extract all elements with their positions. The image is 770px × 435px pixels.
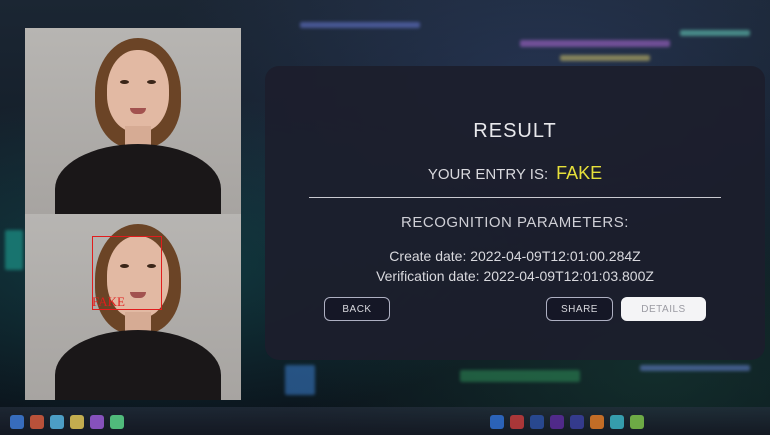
create-date: Create date: 2022-04-09T12:01:00.284Z xyxy=(389,248,641,264)
app-icon xyxy=(570,415,584,429)
app-icon xyxy=(50,415,64,429)
verdict-value: FAKE xyxy=(556,163,603,183)
divider xyxy=(309,197,721,198)
share-button[interactable]: SHARE xyxy=(546,297,613,321)
code-line-decor xyxy=(680,30,750,36)
app-icon xyxy=(490,415,504,429)
code-line-decor xyxy=(300,22,420,28)
result-title: RESULT xyxy=(473,120,557,142)
analyzed-video-frame: FAKE xyxy=(25,214,241,400)
person-face xyxy=(107,50,169,132)
code-line-decor xyxy=(5,230,23,270)
person-eye xyxy=(120,80,129,84)
recognition-parameters-heading: RECOGNITION PARAMETERS: xyxy=(401,214,629,231)
entry-line: YOUR ENTRY IS: FAKE xyxy=(265,163,765,184)
code-line-decor xyxy=(460,370,580,382)
taskbar xyxy=(0,407,770,435)
details-button[interactable]: DETAILS xyxy=(621,297,706,321)
app-icon xyxy=(510,415,524,429)
app-icon xyxy=(550,415,564,429)
app-icon xyxy=(610,415,624,429)
code-line-decor xyxy=(640,365,750,371)
app-icon xyxy=(530,415,544,429)
app-icon xyxy=(10,415,24,429)
app-icon xyxy=(630,415,644,429)
source-video-frame xyxy=(25,28,241,214)
person-eye xyxy=(147,80,156,84)
entry-label: YOUR ENTRY IS: xyxy=(427,166,549,183)
result-panel: RESULT YOUR ENTRY IS: FAKE RECOGNITION PA… xyxy=(265,66,765,360)
app-icon xyxy=(590,415,604,429)
person-body xyxy=(55,330,221,400)
app-icon xyxy=(90,415,104,429)
detection-label: FAKE xyxy=(92,294,125,309)
back-button[interactable]: BACK xyxy=(324,297,390,321)
app-icon xyxy=(70,415,84,429)
app-icon xyxy=(30,415,44,429)
code-line-decor xyxy=(520,40,670,47)
person-body xyxy=(55,144,221,214)
app-icon xyxy=(110,415,124,429)
code-line-decor xyxy=(560,55,650,61)
verification-date: Verification date: 2022-04-09T12:01:03.8… xyxy=(376,268,654,284)
code-line-decor xyxy=(285,365,315,395)
